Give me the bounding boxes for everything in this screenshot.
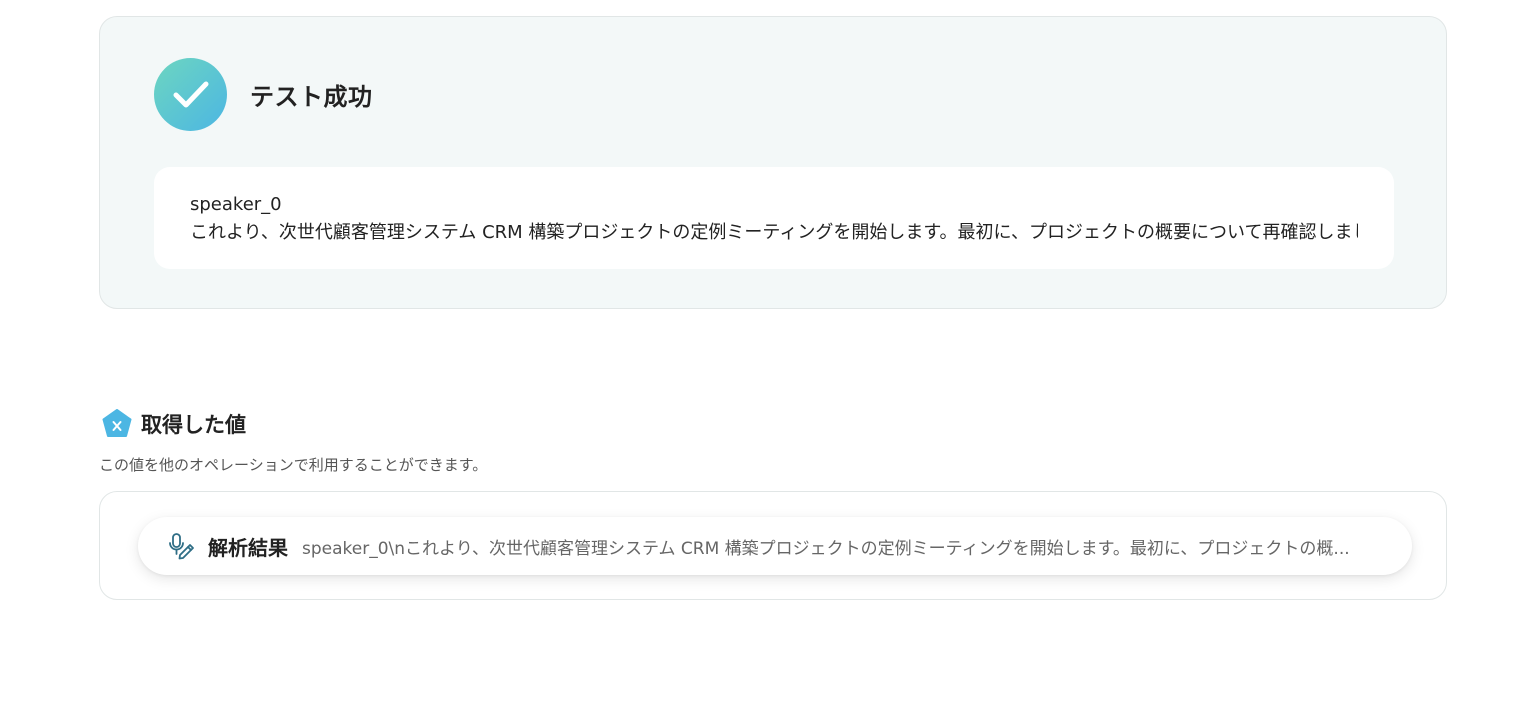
success-check-icon [154, 58, 227, 131]
output-speaker: speaker_0 [190, 194, 282, 215]
value-item-analysis-result[interactable]: 解析結果 speaker_0\nこれより、次世代顧客管理システム CRM 構築プ… [138, 517, 1412, 575]
acquired-values-header: 取得した値 [101, 408, 246, 440]
test-output-box: speaker_0 これより、次世代顧客管理システム CRM 構築プロジェクトの… [154, 167, 1394, 269]
acquired-values-title: 取得した値 [141, 413, 246, 437]
output-text: これより、次世代顧客管理システム CRM 構築プロジェクトの定例ミーティングを開… [190, 222, 1358, 243]
success-title: テスト成功 [250, 83, 373, 111]
acquired-values-description: この値を他のオペレーションで利用することができます。 [99, 456, 488, 474]
variable-pentagon-icon [102, 409, 132, 437]
microphone-icon [169, 533, 194, 560]
test-success-panel: テスト成功 speaker_0 これより、次世代顧客管理システム CRM 構築プ… [99, 16, 1447, 309]
value-text: speaker_0\nこれより、次世代顧客管理システム CRM 構築プロジェクト… [302, 538, 1350, 559]
acquired-values-panel: 解析結果 speaker_0\nこれより、次世代顧客管理システム CRM 構築プ… [99, 491, 1447, 600]
value-label: 解析結果 [208, 535, 288, 560]
page: テスト成功 speaker_0 これより、次世代顧客管理システム CRM 構築プ… [0, 0, 1526, 702]
